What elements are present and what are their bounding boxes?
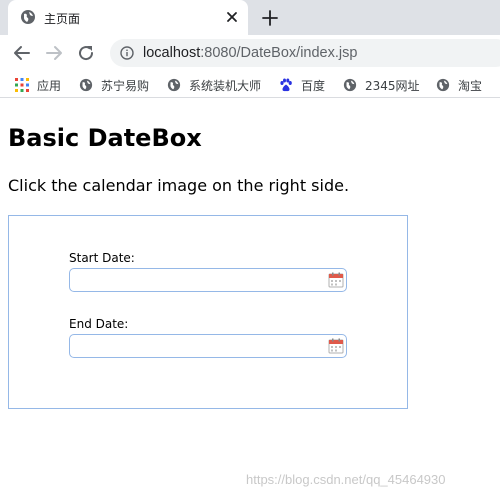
bookmark-taobao[interactable]: 淘宝 (436, 77, 482, 93)
bookmarks-bar: 应用 苏宁易购 系统装机大师 百度 2345网址 淘宝 (0, 71, 500, 98)
start-date-label: Start Date: (69, 251, 135, 265)
bookmark-suning[interactable]: 苏宁易购 (79, 77, 149, 93)
apps-grid-icon (15, 78, 29, 92)
globe-icon (343, 78, 357, 92)
browser-toolbar: localhost:8080/DateBox/index.jsp (0, 35, 500, 71)
bookmark-label: 2345网址 (365, 78, 420, 93)
bookmark-apps[interactable]: 应用 (15, 77, 61, 93)
back-arrow-icon[interactable] (12, 43, 32, 63)
baidu-paw-icon (280, 78, 292, 92)
globe-icon (436, 78, 450, 92)
page-title: Basic DateBox (8, 124, 202, 152)
url-text[interactable]: localhost:8080/DateBox/index.jsp (143, 45, 357, 61)
tab-strip: 主页面 (0, 0, 500, 35)
globe-icon (79, 78, 93, 92)
bookmark-baidu[interactable]: 百度 (279, 77, 325, 93)
reload-icon[interactable] (76, 43, 96, 63)
new-tab-plus-icon[interactable] (260, 8, 280, 28)
browser-tab[interactable]: 主页面 (8, 0, 248, 35)
close-icon[interactable] (224, 9, 240, 25)
bookmark-label: 苏宁易购 (101, 78, 150, 93)
start-date-box[interactable] (69, 268, 347, 292)
address-bar[interactable]: localhost:8080/DateBox/index.jsp (110, 39, 500, 67)
watermark-text: https://blog.csdn.net/qq_45464930 (246, 472, 446, 487)
info-icon[interactable] (120, 46, 134, 60)
datebox-panel: Start Date: End Date: (8, 215, 408, 409)
globe-icon (21, 10, 35, 24)
bookmark-2345[interactable]: 2345网址 (343, 77, 420, 93)
bookmark-system-master[interactable]: 系统装机大师 (167, 77, 261, 93)
bookmark-label: 淘宝 (458, 78, 483, 93)
end-date-input[interactable] (73, 337, 323, 355)
calendar-icon[interactable] (328, 272, 344, 288)
bookmark-label: 应用 (37, 78, 62, 93)
globe-icon (167, 78, 181, 92)
calendar-icon[interactable] (328, 338, 344, 354)
start-date-input[interactable] (73, 271, 323, 289)
end-date-label: End Date: (69, 317, 129, 331)
end-date-box[interactable] (69, 334, 347, 358)
page-description: Click the calendar image on the right si… (8, 176, 350, 195)
bookmark-label: 百度 (301, 78, 326, 93)
forward-arrow-icon[interactable] (44, 43, 64, 63)
bookmark-label: 系统装机大师 (189, 78, 262, 93)
tab-title: 主页面 (44, 12, 81, 26)
